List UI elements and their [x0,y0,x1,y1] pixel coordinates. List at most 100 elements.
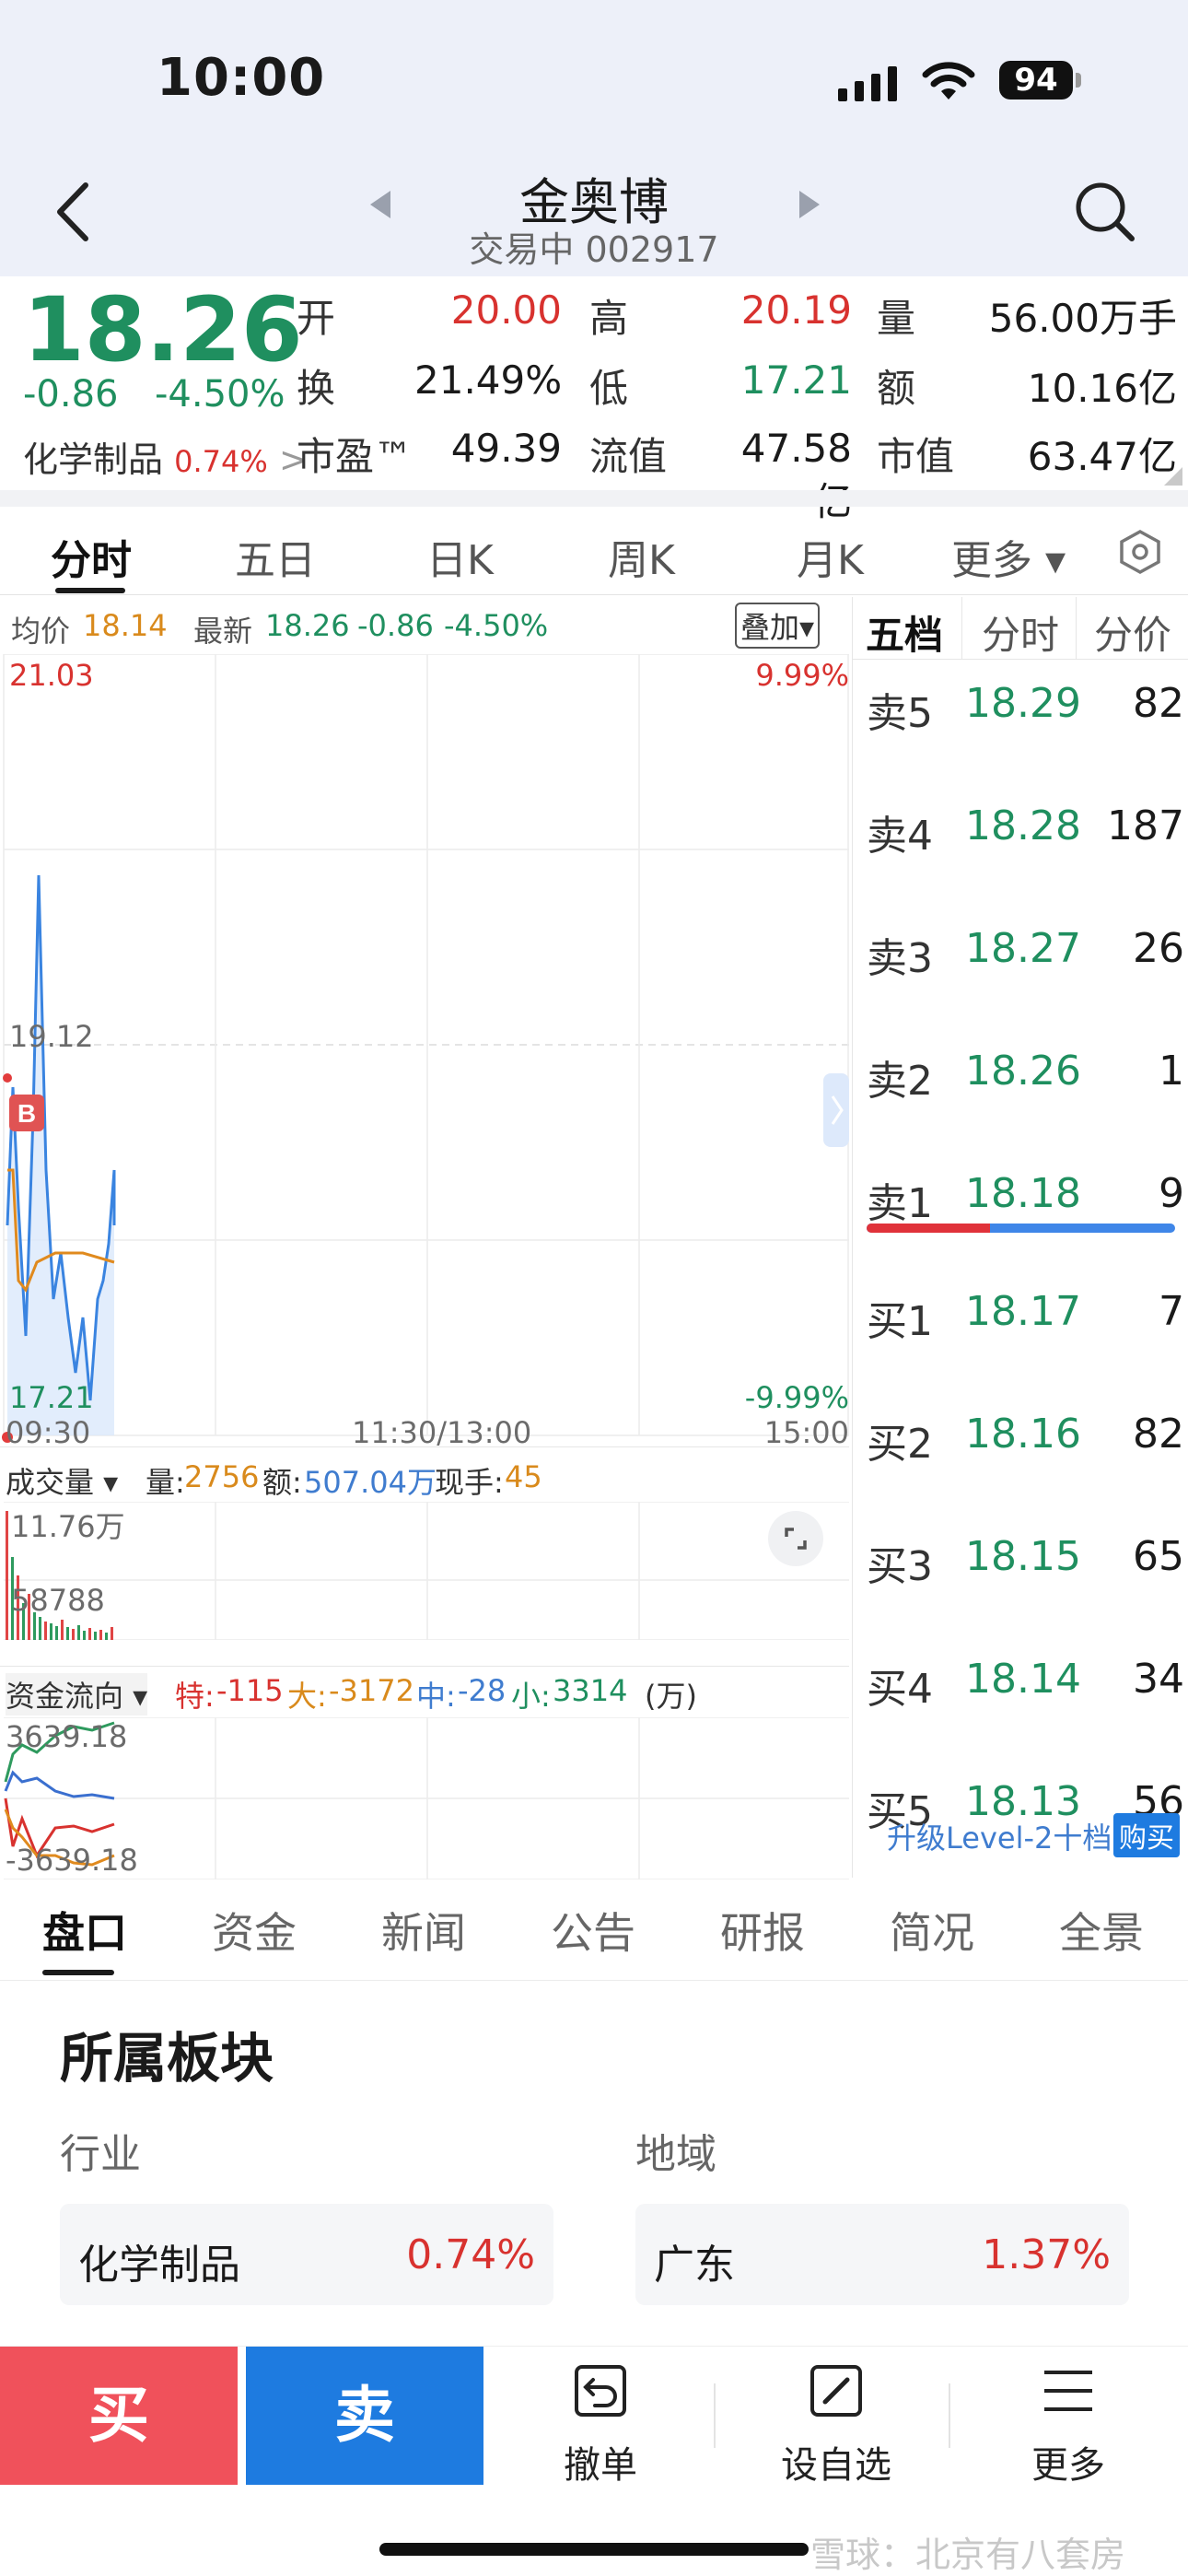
tab-divider [1076,597,1077,660]
super-label: 特: [175,1679,215,1714]
industry-card[interactable]: 化学制品 0.74% [60,2204,553,2305]
bid-row[interactable]: 买4 18.14 34 [867,1656,1184,1720]
bid-volume: 7 [1159,1288,1184,1335]
divider [0,1446,849,1447]
bid-level-label: 买1 [867,1298,933,1345]
overlay-label: 叠加 [740,610,800,645]
overlay-dropdown[interactable]: 叠加▾ [735,603,821,649]
amount-label: 额 [877,366,916,411]
buy-sell-ratio-bar [867,1224,1175,1233]
expand-corner-icon[interactable] [1162,465,1184,487]
bid-price: 18.16 [965,1411,1081,1458]
tab-intraday[interactable]: 分时 [51,527,132,586]
amt-value: 507.04万 [304,1465,437,1500]
tab-ticks[interactable]: 分时 [982,604,1059,661]
tab-research[interactable]: 研报 [720,1900,805,1961]
battery-tip [1076,73,1081,88]
divider [949,2383,950,2448]
bid-price: 18.17 [965,1288,1081,1335]
tab-daily-k[interactable]: 日K [426,527,494,586]
region-pct: 1.37% [982,2231,1111,2278]
ask-level-label: 卖3 [867,935,933,982]
mid-label: 中: [416,1679,456,1714]
status-bar: 10:00 94 [0,0,1188,157]
buy-button[interactable]: 买 [0,2347,238,2485]
tab-five-levels[interactable]: 五档 [866,604,943,661]
latest-change: -0.86 [357,608,434,643]
region-card[interactable]: 广东 1.37% [635,2204,1129,2305]
active-tab-indicator [42,1970,114,1975]
ask-volume: 26 [1133,925,1184,972]
latest-label: 最新 [193,614,253,649]
add-watchlist-label: 设自选 [781,2444,891,2487]
bid-volume: 34 [1133,1656,1184,1703]
settings-hexagon-icon[interactable] [1117,529,1163,575]
chart-grid [3,654,849,1436]
ask-volume: 9 [1159,1170,1184,1217]
amt-label: 额: [262,1465,302,1500]
tab-profile[interactable]: 简况 [890,1900,974,1961]
search-icon[interactable] [1073,180,1137,244]
sector-section: 所属板块 行业 地域 化学制品 0.74% 广东 1.37% [0,1983,1188,2342]
divider [0,1666,849,1667]
tab-overview[interactable]: 全景 [1059,1900,1144,1961]
bid-row[interactable]: 买3 18.15 65 [867,1533,1184,1598]
y-axis-top: 21.03 [9,658,94,693]
watermark: 雪球：北京有八套房 [810,2535,1126,2575]
cancel-order-icon [575,2365,626,2417]
avg-label: 均价 [11,614,71,649]
ask-price: 18.28 [965,802,1081,849]
ask-price: 18.27 [965,925,1081,972]
ask-level-label: 卖4 [867,813,933,860]
sector-link[interactable]: 化学制品 0.74% > [23,431,309,482]
large-value: -3172 [329,1673,414,1708]
bid-row[interactable]: 买2 18.16 82 [867,1411,1184,1475]
flow-y-top: 3639.18 [6,1719,128,1754]
buy-marker[interactable]: B [17,1099,36,1128]
tab-more[interactable]: 更多 ▾ [951,527,1066,586]
high-label: 高 [589,296,629,341]
order-book: 五档 分时 分价 卖5 18.29 82 卖4 18.28 187 卖3 18.27 26 卖2 1… [852,597,1188,1878]
tab-funds[interactable]: 资金 [212,1900,297,1961]
avg-value: 18.14 [83,608,168,643]
vol-value: 2756 [184,1459,260,1494]
price-area-fill [7,875,114,1435]
chart-tabs: 分时 五日 日K 周K 月K 更多 ▾ [0,509,1188,595]
tab-monthly-k[interactable]: 月K [797,527,864,586]
bid-row[interactable]: 买1 18.17 7 [867,1288,1184,1352]
ask-price: 18.29 [965,680,1081,727]
tab-announcements[interactable]: 公告 [551,1900,635,1961]
volume-label: 量 [877,296,916,341]
latest-pct: -4.50% [444,608,549,643]
home-indicator [379,2543,809,2556]
tab-price-dist[interactable]: 分价 [1094,604,1171,661]
divider [714,2383,716,2448]
ask-row[interactable]: 卖2 18.26 1 [867,1048,1184,1112]
tab-weekly-k[interactable]: 周K [608,527,675,586]
buy-ratio-fill [867,1224,990,1233]
ask-volume: 1 [1159,1048,1184,1095]
pct-axis-top: 9.99% [755,658,849,693]
fullscreen-icon[interactable] [766,1509,825,1568]
pct-axis-bottom: -9.99% [744,1380,849,1415]
ask-row[interactable]: 卖5 18.29 82 [867,680,1184,744]
industry-pct: 0.74% [406,2231,535,2278]
ask-row[interactable]: 卖4 18.28 187 [867,802,1184,867]
tab-news[interactable]: 新闻 [381,1900,466,1961]
ask-level-label: 卖2 [867,1058,933,1105]
sector-pct: 0.74% [174,444,268,479]
ask-row[interactable]: 卖3 18.27 26 [867,925,1184,989]
bid-level-label: 买4 [867,1666,933,1713]
sell-button[interactable]: 卖 [246,2347,483,2485]
pe-value: 49.39 [450,426,562,471]
upgrade-level2-link[interactable]: 升级Level-2十档 [887,1815,1112,1857]
x-axis-end: 15:00 [763,1415,849,1450]
tab-market-depth[interactable]: 盘口 [42,1900,127,1961]
volume-selector[interactable]: 成交量 ▾ [6,1459,118,1502]
y-axis-mid: 19.12 [9,1019,94,1054]
price-change-pct: -4.50% [155,373,285,416]
tab-5day[interactable]: 五日 [235,527,316,586]
bid-price: 18.15 [965,1533,1081,1580]
purchase-button[interactable]: 购买 [1113,1813,1180,1857]
flow-selector[interactable]: 资金流向 ▾ [6,1673,148,1715]
